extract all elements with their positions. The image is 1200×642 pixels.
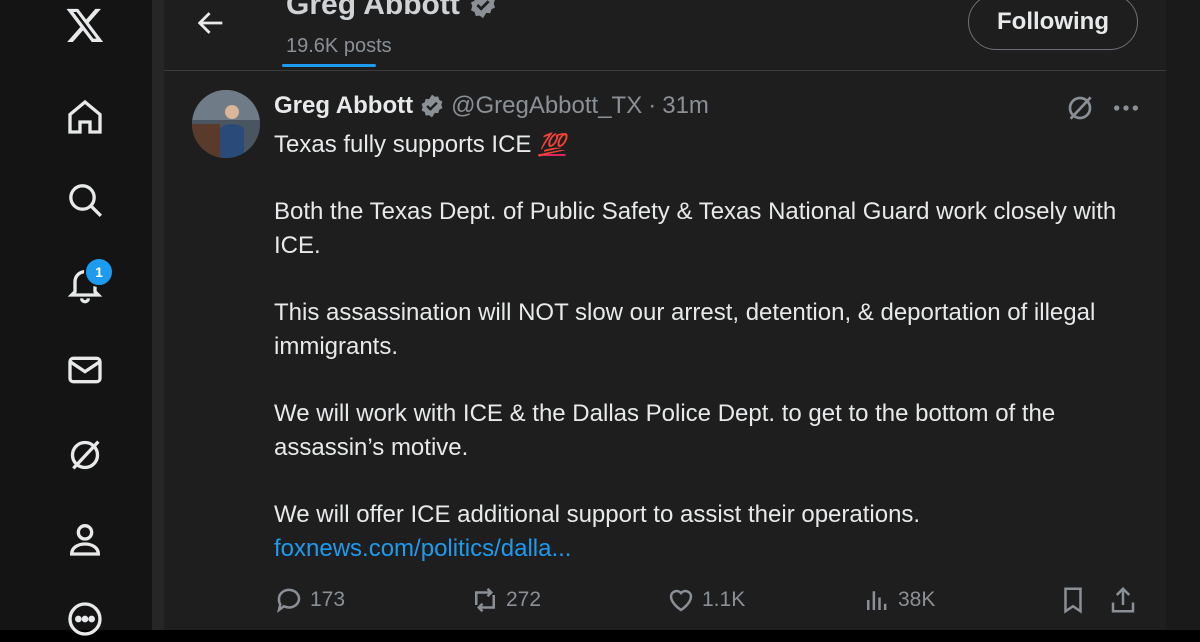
home-icon[interactable] [62,94,108,140]
tweet-time[interactable]: 31m [662,92,709,120]
more-options-icon[interactable] [1110,92,1142,124]
tweet-paragraph: This assassination will NOT slow our arr… [274,299,1096,360]
tweet-header: Greg Abbott @GregAbbott_TX · 31m [274,92,709,120]
following-button[interactable]: Following [968,0,1138,50]
share-button[interactable] [1108,585,1138,615]
tweet-line1: Texas fully supports ICE 💯 [274,131,566,158]
like-count: 1.1K [702,588,746,611]
grok-icon[interactable] [62,432,108,478]
x-logo-icon[interactable] [62,2,108,48]
views-count: 38K [898,588,936,611]
verified-icon [421,94,443,118]
reply-count: 173 [310,588,346,611]
tab-underline [282,64,376,67]
reply-button[interactable]: 173 [274,585,345,615]
repost-icon [475,587,495,613]
tweet-paragraph: We will work with ICE & the Dallas Polic… [274,400,1056,461]
heart-icon [669,589,693,612]
right-edge [1166,0,1200,630]
separator: · [648,92,657,119]
messages-icon[interactable] [62,347,108,393]
tweet-link[interactable]: foxnews.com/politics/dalla... [274,532,1144,566]
notification-badge: 1 [84,257,114,287]
like-button[interactable]: 1.1K [666,585,745,615]
profile-header: Greg Abbott 19.6K posts Following [164,0,1166,71]
tweet-paragraph: Both the Texas Dept. of Public Safety & … [274,198,1117,259]
repost-count: 272 [506,588,542,611]
hundred-points-emoji: 💯 [538,132,566,157]
tweet-paragraph: We will offer ICE additional support to … [274,501,921,528]
tweet-text: Texas fully supports ICE 💯 Both the Texa… [274,128,1144,566]
left-navigation: 1 [0,0,152,636]
views-button[interactable]: 38K [862,585,935,615]
post-count: 19.6K posts [286,35,392,57]
bookmark-button[interactable] [1058,585,1088,615]
tweet-handle[interactable]: @GregAbbott_TX [451,92,642,120]
main-column: Greg Abbott 19.6K posts Following Greg A… [164,0,1166,630]
avatar[interactable] [192,90,260,158]
back-arrow-icon[interactable] [194,6,228,40]
bookmark-icon [1064,587,1082,614]
views-icon [867,591,887,610]
repost-button[interactable]: 272 [470,585,541,615]
reply-icon [277,588,301,614]
search-icon[interactable] [62,177,108,223]
tweet-author-name[interactable]: Greg Abbott [274,92,413,120]
share-icon [1111,586,1135,613]
more-circle-icon[interactable] [62,596,108,642]
grok-icon[interactable] [1064,92,1096,124]
verified-icon [470,0,495,19]
page-title: Greg Abbott [286,0,498,22]
profile-icon[interactable] [62,516,108,562]
tweet-actions: 173 272 1.1K 38K [274,585,1144,619]
header-name: Greg Abbott [286,0,460,21]
nav-divider [152,0,164,630]
